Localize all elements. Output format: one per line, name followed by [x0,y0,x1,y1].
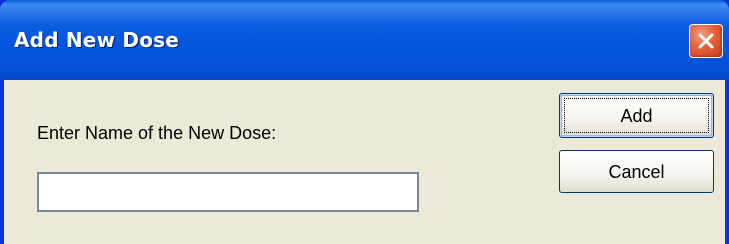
dialog-body: Enter Name of the New Dose: Add Cancel [4,80,725,244]
dose-name-label: Enter Name of the New Dose: [37,123,277,143]
add-button[interactable]: Add [559,93,714,138]
title-bar[interactable]: Add New Dose [0,0,729,80]
dialog-title: Add New Dose [14,28,180,52]
close-icon [698,33,714,49]
add-button-label: Add [620,105,653,126]
dose-name-input[interactable] [37,172,419,212]
dialog-window: Add New Dose Enter Name of the New Dose:… [0,0,729,244]
close-button[interactable] [689,24,723,58]
cancel-button-label: Cancel [608,161,665,182]
cancel-button[interactable]: Cancel [559,150,714,193]
